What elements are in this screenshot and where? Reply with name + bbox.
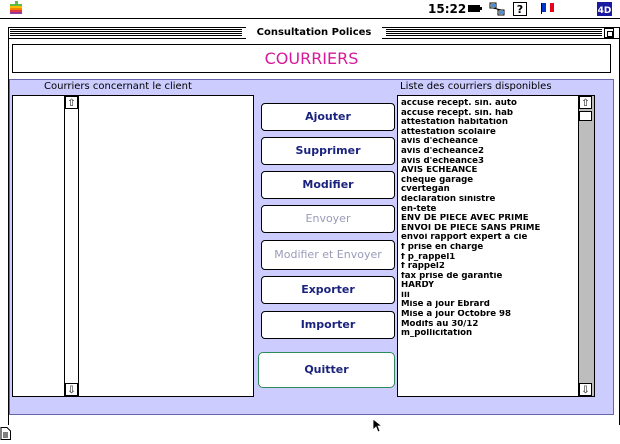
title-bar-stripes — [386, 29, 602, 37]
svg-text:4D: 4D — [597, 6, 611, 16]
svg-text:?: ? — [517, 3, 523, 16]
letter-list-item[interactable]: Mise a jour Octobre 98 — [401, 310, 576, 320]
letter-list-item[interactable]: attestation habitation — [401, 118, 576, 128]
letter-list-item[interactable]: f p_rappel1 — [401, 253, 576, 263]
letter-list-item[interactable]: avis d'echeance2 — [401, 147, 576, 157]
add-button[interactable]: Ajouter — [261, 103, 395, 131]
letter-list-item[interactable]: cvertegan — [401, 185, 576, 195]
client-letters-label: Courriers concernant le client — [44, 81, 192, 92]
letter-list-item[interactable]: iii — [401, 291, 576, 301]
letter-list-item[interactable]: Mise a jour Ebrard — [401, 300, 576, 310]
flag-icon[interactable] — [540, 2, 556, 17]
letter-list-item[interactable]: avis d'échéance — [401, 137, 576, 147]
client-letters-list[interactable] — [12, 95, 254, 397]
battery-icon[interactable] — [467, 2, 483, 17]
page-title: COURRIERS — [264, 49, 359, 68]
delete-button[interactable]: Supprimer — [261, 137, 395, 165]
letter-list-item[interactable]: fax prise de garantie — [401, 272, 576, 282]
menubar-clock[interactable]: 15:22 — [428, 2, 466, 17]
scroll-up-arrow-icon[interactable]: ⇧ — [579, 96, 592, 109]
network-icon[interactable] — [488, 2, 506, 17]
help-icon[interactable]: ? — [512, 2, 528, 17]
letter-list-item[interactable]: HARDY — [401, 281, 576, 291]
letter-list-item[interactable]: chèque garage — [401, 176, 576, 186]
zoom-box-icon[interactable] — [604, 28, 614, 38]
letter-list-item[interactable]: ENV DE PIECE AVEC PRIME — [401, 214, 576, 224]
letter-list-item[interactable]: attestation scolaire — [401, 128, 576, 138]
letter-list-item[interactable]: f rappel2 — [401, 262, 576, 272]
letter-list-item[interactable]: m_pollicitation — [401, 329, 576, 339]
scroll-thumb[interactable] — [579, 111, 592, 121]
available-letters-items: accuse recept. sin. auto accuse recept. s… — [401, 99, 576, 339]
scroll-down-arrow-icon[interactable]: ⇩ — [65, 383, 78, 396]
letter-list-item[interactable]: avis d'echeance3 — [401, 157, 576, 167]
letter-list-item[interactable]: ENVOI DE PIECE SANS PRIME — [401, 224, 576, 234]
client-letters-scrollbar[interactable] — [64, 96, 79, 396]
modify-button[interactable]: Modifier — [261, 171, 395, 199]
available-letters-scrollbar[interactable] — [578, 96, 594, 396]
app-4d-icon[interactable]: 4D — [596, 2, 612, 17]
letter-list-item[interactable]: accuse recept. sin. hab — [401, 109, 576, 119]
title-bar-stripes — [10, 29, 242, 37]
letter-list-item[interactable]: Modifs au 30/12 — [401, 320, 576, 330]
scroll-down-arrow-icon[interactable]: ⇩ — [579, 383, 592, 396]
letter-list-item[interactable]: en-tete — [401, 205, 576, 215]
letter-list-item[interactable]: f prise en charge — [401, 243, 576, 253]
scroll-up-arrow-icon[interactable]: ⇧ — [65, 96, 78, 109]
send-button[interactable]: Envoyer — [261, 205, 395, 233]
mouse-cursor-icon — [372, 418, 384, 437]
export-button[interactable]: Exporter — [261, 276, 395, 304]
letter-list-item[interactable]: AVIS ECHEANCE — [401, 166, 576, 176]
document-icon[interactable] — [0, 425, 12, 440]
letter-list-item[interactable]: declaration sinistre — [401, 195, 576, 205]
import-button[interactable]: Importer — [261, 311, 395, 339]
apple-menu-icon[interactable] — [10, 1, 22, 19]
letter-list-item[interactable]: envoi rapport expert à cie — [401, 233, 576, 243]
available-letters-label: Liste des courriers disponibles — [400, 81, 552, 92]
window-title: Consultation Polices — [246, 27, 382, 39]
modify-and-send-button[interactable]: Modifier et Envoyer — [261, 240, 395, 270]
letter-list-item[interactable]: accuse recept. sin. auto — [401, 99, 576, 109]
quit-button[interactable]: Quitter — [258, 352, 395, 388]
